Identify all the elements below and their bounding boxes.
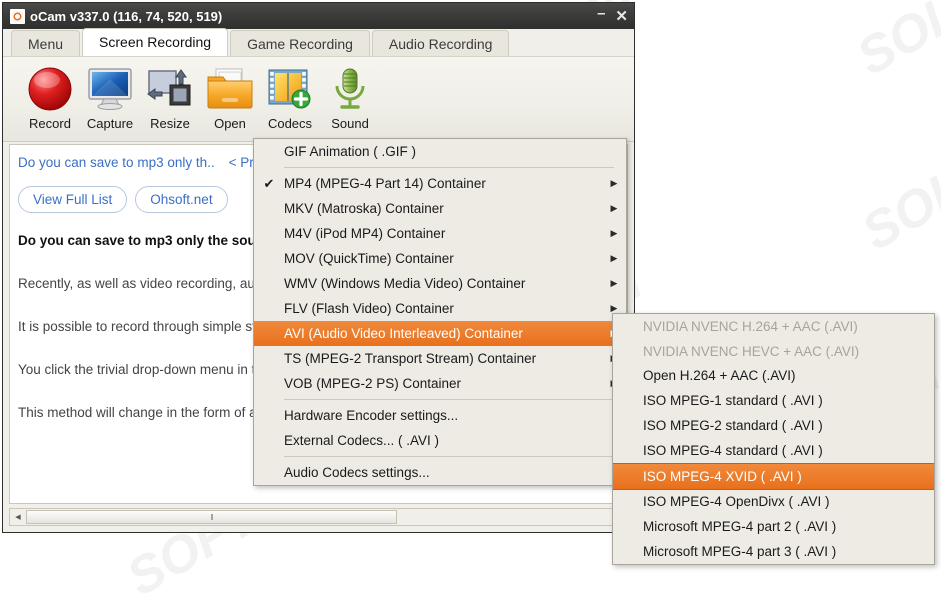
content-button[interactable]: Ohsoft.net — [135, 186, 228, 213]
horizontal-scrollbar[interactable]: ◀ ▶ — [9, 508, 628, 526]
scroll-grip — [211, 514, 214, 520]
window-title: oCam v337.0 (116, 74, 520, 519) — [30, 8, 223, 24]
submenu-arrow-icon: ▶ — [610, 228, 618, 238]
toolbar-record-button[interactable]: Record — [21, 63, 79, 131]
submenu-item[interactable]: ISO MPEG-4 standard ( .AVI ) — [613, 438, 934, 463]
submenu-item-label: ISO MPEG-2 standard ( .AVI ) — [643, 418, 823, 434]
submenu-item-label: Open H.264 + AAC (.AVI) — [643, 368, 796, 384]
submenu-item[interactable]: ISO MPEG-1 standard ( .AVI ) — [613, 388, 934, 413]
submenu-item-label: ISO MPEG-4 XVID ( .AVI ) — [643, 468, 802, 484]
content-button[interactable]: View Full List — [18, 186, 128, 213]
checkmark-icon: ✔ — [263, 175, 275, 191]
menu-item-label: WMV (Windows Media Video) Container — [284, 276, 526, 291]
submenu-item: NVIDIA NVENC H.264 + AAC (.AVI) — [613, 314, 934, 339]
menu-item-label: AVI (Audio Video Interleaved) Container — [284, 326, 523, 341]
submenu-arrow-icon: ▶ — [610, 203, 618, 213]
toolbar-button-label: Open — [214, 116, 246, 131]
submenu-item[interactable]: Open H.264 + AAC (.AVI) — [613, 364, 934, 389]
submenu-item[interactable]: ISO MPEG-4 OpenDivx ( .AVI ) — [613, 490, 934, 515]
film-plus-icon — [267, 63, 313, 115]
horizontal-scroll-track[interactable] — [26, 509, 611, 525]
tab-strip: Menu Screen Recording Game Recording Audio … — [3, 28, 634, 57]
ocam-aperture-icon — [10, 8, 25, 24]
menu-item-label: Hardware Encoder settings... — [284, 408, 459, 423]
submenu-item-label: Microsoft MPEG-4 part 3 ( .AVI ) — [643, 544, 837, 560]
menu-item[interactable]: Audio Codecs settings... — [254, 460, 626, 485]
menu-item[interactable]: ✔ MP4 (MPEG-4 Part 14) Container ▶ — [254, 171, 626, 196]
submenu-item[interactable]: ISO MPEG-4 XVID ( .AVI ) — [613, 462, 934, 490]
horizontal-scroll-thumb[interactable] — [26, 510, 397, 524]
toolbar-button-label: Record — [29, 116, 71, 131]
menu-item[interactable]: AVI (Audio Video Interleaved) Container▶ — [254, 321, 626, 346]
monitor-icon — [86, 63, 134, 115]
watermark-text: SOL — [847, 0, 941, 87]
toolbar-capture-button[interactable]: Capture — [81, 63, 139, 131]
window-controls: – ✕ — [597, 3, 628, 29]
menu-item-label: MOV (QuickTime) Container — [284, 251, 454, 266]
ribbon-toolbar: Record Capture Resize Open Codecs Sound — [3, 57, 634, 142]
toolbar-button-label: Codecs — [267, 116, 313, 131]
menu-item-label: FLV (Flash Video) Container — [284, 301, 454, 316]
tab-menu[interactable]: Menu — [11, 30, 81, 56]
submenu-item-label: ISO MPEG-4 standard ( .AVI ) — [643, 442, 823, 458]
menu-separator — [284, 167, 614, 168]
folder-icon — [206, 63, 254, 115]
scroll-left-arrow[interactable]: ◀ — [10, 509, 26, 525]
submenu-item-label: Microsoft MPEG-4 part 2 ( .AVI ) — [643, 519, 837, 535]
menu-item-label: Audio Codecs settings... — [284, 465, 430, 480]
submenu-item[interactable]: Microsoft MPEG-4 part 2 ( .AVI ) — [613, 514, 934, 539]
menu-item[interactable]: External Codecs... ( .AVI ) — [254, 428, 626, 453]
tab-screen-recording[interactable]: Screen Recording — [82, 28, 229, 56]
submenu-item-label: ISO MPEG-1 standard ( .AVI ) — [643, 393, 823, 409]
menu-item-label: MKV (Matroska) Container — [284, 201, 444, 216]
avi-codec-submenu: NVIDIA NVENC H.264 + AAC (.AVI) NVIDIA NV… — [612, 313, 935, 565]
resize-arrows-icon — [146, 63, 194, 115]
menu-item-label: GIF Animation ( .GIF ) — [284, 144, 417, 159]
toolbar-resize-button[interactable]: Resize — [141, 63, 199, 131]
microphone-icon — [330, 63, 370, 115]
menu-item[interactable]: VOB (MPEG-2 PS) Container▶ — [254, 371, 626, 396]
submenu-item-label: ISO MPEG-4 OpenDivx ( .AVI ) — [643, 494, 830, 510]
menu-item[interactable]: FLV (Flash Video) Container ▶ — [254, 296, 626, 321]
submenu-item-label: NVIDIA NVENC HEVC + AAC (.AVI) — [643, 343, 860, 359]
menu-item-label: M4V (iPod MP4) Container — [284, 226, 446, 241]
menu-separator — [284, 399, 614, 400]
menu-item[interactable]: GIF Animation ( .GIF ) — [254, 139, 626, 164]
menu-item[interactable]: MKV (Matroska) Container ▶ — [254, 196, 626, 221]
toolbar-button-label: Resize — [150, 116, 190, 131]
menu-item[interactable]: M4V (iPod MP4) Container ▶ — [254, 221, 626, 246]
toolbar-sound-button[interactable]: Sound — [321, 63, 379, 131]
submenu-item: NVIDIA NVENC HEVC + AAC (.AVI) — [613, 339, 934, 364]
record-circle-icon — [27, 63, 73, 115]
toolbar-codecs-button[interactable]: Codecs — [261, 63, 319, 131]
toolbar-button-label: Capture — [86, 116, 134, 131]
toolbar-button-label: Sound — [331, 116, 369, 131]
submenu-arrow-icon: ▶ — [610, 178, 618, 188]
submenu-item-label: NVIDIA NVENC H.264 + AAC (.AVI) — [643, 318, 858, 334]
submenu-arrow-icon: ▶ — [610, 278, 618, 288]
submenu-item[interactable]: ISO MPEG-2 standard ( .AVI ) — [613, 413, 934, 438]
title-bar: oCam v337.0 (116, 74, 520, 519) – ✕ — [3, 3, 634, 29]
close-button[interactable]: ✕ — [615, 9, 628, 24]
menu-item[interactable]: MOV (QuickTime) Container ▶ — [254, 246, 626, 271]
submenu-arrow-icon: ▶ — [610, 253, 618, 263]
menu-separator — [284, 456, 614, 457]
menu-item-label: MP4 (MPEG-4 Part 14) Container — [284, 176, 486, 191]
submenu-item[interactable]: Microsoft MPEG-4 part 3 ( .AVI ) — [613, 539, 934, 564]
menu-item-label: External Codecs... ( .AVI ) — [284, 433, 440, 448]
container-format-menu: GIF Animation ( .GIF ) ✔ MP4 (MPEG-4 Part … — [253, 138, 627, 486]
menu-item-label: VOB (MPEG-2 PS) Container — [284, 376, 462, 391]
toolbar-open-button[interactable]: Open — [201, 63, 259, 131]
news-link[interactable]: Do you can save to mp3 only th.. — [18, 155, 215, 170]
menu-item[interactable]: WMV (Windows Media Video) Container ▶ — [254, 271, 626, 296]
menu-item[interactable]: Hardware Encoder settings... — [254, 403, 626, 428]
watermark-text: SOL — [852, 158, 941, 262]
tab-audio-recording[interactable]: Audio Recording — [371, 30, 510, 56]
menu-item[interactable]: TS (MPEG-2 Transport Stream) Container▶ — [254, 346, 626, 371]
minimize-button[interactable]: – — [597, 6, 605, 21]
tab-game-recording[interactable]: Game Recording — [230, 30, 370, 56]
menu-item-label: TS (MPEG-2 Transport Stream) Container — [284, 351, 537, 366]
